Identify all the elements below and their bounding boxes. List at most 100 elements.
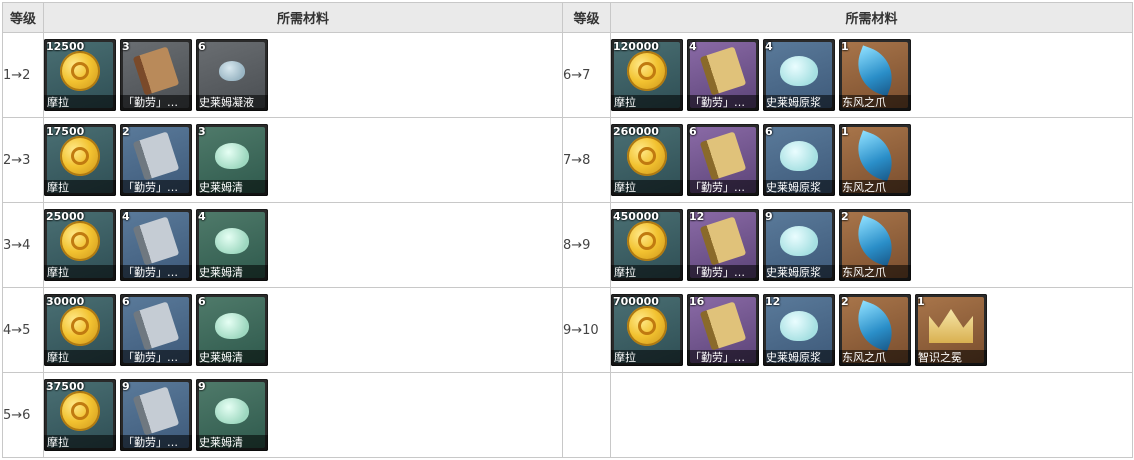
- material-count: 17500: [46, 125, 85, 138]
- material-item[interactable]: 2 东风之爪: [839, 209, 911, 281]
- material-count: 12: [765, 295, 781, 308]
- level-cell: 6→7: [562, 32, 611, 118]
- material-item[interactable]: 6 史莱姆原浆: [763, 124, 835, 196]
- materials-cell: 17500 摩拉 2 「勤劳」… 3 史莱姆清: [43, 117, 563, 203]
- material-count: 12500: [46, 40, 85, 53]
- material-item[interactable]: 1 东风之爪: [839, 39, 911, 111]
- material-item[interactable]: 450000 摩拉: [611, 209, 683, 281]
- material-count: 25000: [46, 210, 85, 223]
- material-item[interactable]: 120000 摩拉: [611, 39, 683, 111]
- material-name: 史莱姆原浆: [763, 265, 835, 281]
- level-cell: 2→3: [2, 117, 44, 203]
- material-item[interactable]: 2 「勤劳」…: [120, 124, 192, 196]
- material-list: 25000 摩拉 4 「勤劳」… 4 史莱姆清: [44, 209, 562, 281]
- crown-of-insight-icon: [929, 309, 973, 344]
- material-item[interactable]: 3 「勤劳」…: [120, 39, 192, 111]
- material-name: 摩拉: [611, 95, 683, 111]
- guide-book-icon: [132, 131, 180, 181]
- material-count: 700000: [613, 295, 659, 308]
- philosophies-book-icon: [699, 301, 747, 351]
- material-name: 摩拉: [44, 180, 116, 196]
- material-item[interactable]: 6 史莱姆清: [196, 294, 268, 366]
- header-materials-left: 所需材料: [43, 2, 563, 33]
- material-item[interactable]: 3 史莱姆清: [196, 124, 268, 196]
- material-count: 6: [198, 295, 206, 308]
- mora-coin-icon: [60, 391, 100, 432]
- header-level-right: 等级: [562, 2, 611, 33]
- philosophies-book-icon: [699, 216, 747, 266]
- table-body: 1→2 12500 摩拉 3 「勤劳」… 6 史莱姆凝液 6→7 120000 摩拉 4 「勤劳」… 4…: [2, 32, 1133, 458]
- material-list: 12500 摩拉 3 「勤劳」… 6 史莱姆凝液: [44, 39, 562, 111]
- material-name: 史莱姆清: [196, 350, 268, 366]
- material-item[interactable]: 4 史莱姆原浆: [763, 39, 835, 111]
- material-item[interactable]: 25000 摩拉: [44, 209, 116, 281]
- level-cell: 1→2: [2, 32, 44, 118]
- material-item[interactable]: 4 「勤劳」…: [120, 209, 192, 281]
- mora-coin-icon: [627, 136, 667, 177]
- level-cell: 4→5: [2, 287, 44, 373]
- table-row: 3→4 25000 摩拉 4 「勤劳」… 4 史莱姆清 8→9 450000 摩拉 12 「勤劳」… 9…: [2, 202, 1133, 288]
- material-item[interactable]: 30000 摩拉: [44, 294, 116, 366]
- material-name: 摩拉: [611, 265, 683, 281]
- table-row: 4→5 30000 摩拉 6 「勤劳」… 6 史莱姆清 9→10 700000 摩拉 16 「勤劳」……: [2, 287, 1133, 373]
- material-name: 摩拉: [44, 350, 116, 366]
- material-item[interactable]: 6 史莱姆凝液: [196, 39, 268, 111]
- material-count: 4: [122, 210, 130, 223]
- guide-book-icon: [132, 386, 180, 436]
- material-name: 东风之爪: [839, 350, 911, 366]
- material-item[interactable]: 9 史莱姆原浆: [763, 209, 835, 281]
- material-name: 摩拉: [44, 265, 116, 281]
- materials-cell: [610, 372, 1133, 458]
- material-item[interactable]: 2 东风之爪: [839, 294, 911, 366]
- material-item[interactable]: 37500 摩拉: [44, 379, 116, 451]
- level-cell: 8→9: [562, 202, 611, 288]
- material-item[interactable]: 1 东风之爪: [839, 124, 911, 196]
- slime-concentrate-icon: [780, 56, 818, 87]
- material-name: 「勤劳」…: [120, 265, 192, 281]
- material-name: 摩拉: [44, 95, 116, 111]
- material-item[interactable]: 12 史莱姆原浆: [763, 294, 835, 366]
- material-item[interactable]: 17500 摩拉: [44, 124, 116, 196]
- material-name: 「勤劳」…: [687, 180, 759, 196]
- material-item[interactable]: 16 「勤劳」…: [687, 294, 759, 366]
- material-name: 史莱姆原浆: [763, 95, 835, 111]
- level-cell: 9→10: [562, 287, 611, 373]
- material-name: 史莱姆清: [196, 265, 268, 281]
- material-name: 史莱姆原浆: [763, 350, 835, 366]
- material-item[interactable]: 6 「勤劳」…: [687, 124, 759, 196]
- material-item[interactable]: 12 「勤劳」…: [687, 209, 759, 281]
- material-list: 450000 摩拉 12 「勤劳」… 9 史莱姆原浆 2 东风之爪: [611, 209, 1132, 281]
- table-row: 5→6 37500 摩拉 9 「勤劳」… 9 史莱姆清: [2, 372, 1133, 458]
- material-item[interactable]: 1 智识之冕: [915, 294, 987, 366]
- material-item[interactable]: 9 「勤劳」…: [120, 379, 192, 451]
- material-name: 「勤劳」…: [120, 350, 192, 366]
- materials-cell: 450000 摩拉 12 「勤劳」… 9 史莱姆原浆 2 东风之爪: [610, 202, 1133, 288]
- material-count: 37500: [46, 380, 85, 393]
- material-list: 37500 摩拉 9 「勤劳」… 9 史莱姆清: [44, 379, 562, 451]
- material-item[interactable]: 260000 摩拉: [611, 124, 683, 196]
- material-name: 「勤劳」…: [120, 435, 192, 451]
- philosophies-book-icon: [699, 131, 747, 181]
- material-item[interactable]: 4 「勤劳」…: [687, 39, 759, 111]
- material-count: 4: [689, 40, 697, 53]
- material-name: 摩拉: [611, 350, 683, 366]
- material-name: 摩拉: [44, 435, 116, 451]
- material-count: 4: [765, 40, 773, 53]
- material-name: 史莱姆原浆: [763, 180, 835, 196]
- materials-cell: 25000 摩拉 4 「勤劳」… 4 史莱姆清: [43, 202, 563, 288]
- guide-book-icon: [132, 216, 180, 266]
- material-count: 3: [198, 125, 206, 138]
- material-item[interactable]: 700000 摩拉: [611, 294, 683, 366]
- material-item[interactable]: 6 「勤劳」…: [120, 294, 192, 366]
- material-item[interactable]: 4 史莱姆清: [196, 209, 268, 281]
- material-count: 6: [765, 125, 773, 138]
- material-item[interactable]: 12500 摩拉: [44, 39, 116, 111]
- material-item[interactable]: 9 史莱姆清: [196, 379, 268, 451]
- slime-condensate-icon: [219, 61, 245, 82]
- header-materials-right: 所需材料: [610, 2, 1133, 33]
- material-name: 「勤劳」…: [687, 95, 759, 111]
- material-count: 2: [122, 125, 130, 138]
- material-name: 「勤劳」…: [687, 350, 759, 366]
- materials-cell: 30000 摩拉 6 「勤劳」… 6 史莱姆清: [43, 287, 563, 373]
- material-count: 9: [198, 380, 206, 393]
